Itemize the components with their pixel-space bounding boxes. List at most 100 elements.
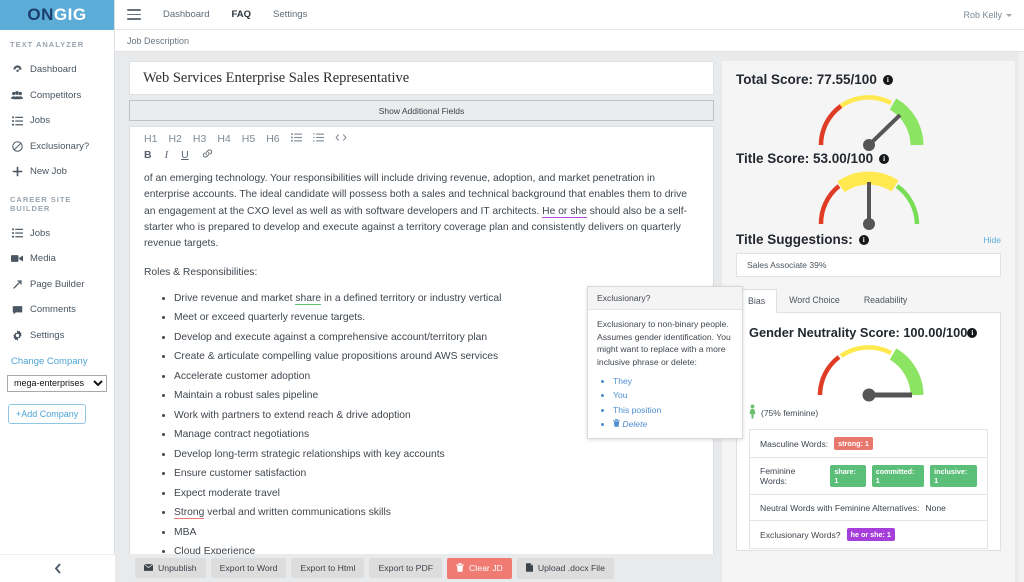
logo-gig-text: GIG: [53, 5, 87, 24]
list-item: Expect moderate travel: [174, 486, 699, 502]
user-menu[interactable]: Rob Kelly: [963, 0, 1012, 30]
h3-button[interactable]: H3: [193, 133, 206, 145]
sidebar-item-label: Page Builder: [30, 278, 85, 290]
sidebar-item-csb-jobs[interactable]: Jobs: [0, 221, 114, 247]
tab-settings[interactable]: Settings: [273, 9, 307, 20]
export-to-html-button[interactable]: Export to Html: [291, 558, 365, 578]
status-badge[interactable]: share: 1: [830, 465, 866, 487]
total-score-label: Total Score: 77.55/100: [736, 72, 877, 87]
hide-suggestions-link[interactable]: Hide: [984, 235, 1001, 245]
bulleted-list-icon[interactable]: [290, 133, 302, 145]
sidebar-item-page-builder[interactable]: Page Builder: [0, 272, 114, 298]
upload-docx-button[interactable]: Upload .docx File: [516, 557, 614, 579]
numbered-list-icon[interactable]: [312, 133, 324, 145]
list-icon: [11, 116, 23, 126]
list-icon: [11, 228, 23, 238]
code-icon[interactable]: [335, 133, 347, 145]
exclusionary-tooltip-popup: Exclusionary? Exclusionary to non-binary…: [587, 286, 743, 440]
popup-suggestion-you[interactable]: You: [613, 389, 733, 402]
title-suggestion-item[interactable]: Sales Associate 39%: [736, 253, 1001, 277]
exclusionary-flagged-phrase[interactable]: He or she: [542, 205, 587, 218]
intro-paragraph: of an emerging technology. Your responsi…: [144, 171, 699, 252]
trash-icon: [613, 418, 620, 431]
envelope-icon: [143, 563, 154, 573]
italic-button[interactable]: I: [165, 150, 169, 161]
sidebar-item-dashboard[interactable]: Dashboard: [0, 57, 114, 83]
tab-dashboard[interactable]: Dashboard: [163, 9, 209, 20]
table-row: Masculine Words: strong: 1: [750, 430, 987, 458]
job-title-input[interactable]: Web Services Enterprise Sales Representa…: [129, 61, 714, 95]
trash-icon: [456, 562, 465, 574]
feminine-indicator: (75% feminine): [749, 404, 988, 421]
masculine-flagged-word[interactable]: Strong: [174, 507, 205, 520]
h5-button[interactable]: H5: [242, 133, 255, 145]
popup-suggestion-this-position[interactable]: This position: [613, 404, 733, 417]
sidebar-item-jobs[interactable]: Jobs: [0, 108, 114, 134]
popup-description: Exclusionary to non-binary people. Assum…: [597, 319, 731, 367]
dashboard-icon: [11, 64, 23, 75]
sidebar-section-text-analyzer: TEXT ANALYZER: [10, 40, 85, 49]
popup-suggestion-list: They You This position Delete: [613, 375, 733, 430]
info-icon[interactable]: i: [879, 153, 890, 164]
status-badge[interactable]: committed: 1: [871, 465, 925, 487]
bias-panel: Gender Neutrality Score: 100.00/100 i (7…: [736, 312, 1001, 551]
popup-suggestion-they[interactable]: They: [613, 375, 733, 388]
sidebar-item-comments[interactable]: Comments: [0, 297, 114, 323]
title-score-gauge: [736, 166, 1001, 230]
tab-readability[interactable]: Readability: [852, 288, 920, 312]
h1-button[interactable]: H1: [144, 133, 157, 145]
show-additional-fields-button[interactable]: Show Additional Fields: [129, 100, 714, 121]
status-badge[interactable]: he or she: 1: [846, 528, 895, 541]
total-score-gauge: [736, 87, 1001, 151]
title-suggestions-heading: Title Suggestions: i: [736, 232, 869, 247]
bullet-post: verbal and written communications skills: [204, 507, 391, 519]
company-select[interactable]: mega-enterprises: [7, 374, 107, 392]
popup-delete-option[interactable]: Delete: [613, 418, 733, 431]
hamburger-menu-icon[interactable]: [127, 6, 141, 23]
female-figure-icon: [749, 404, 756, 421]
title-score-heading: Title Score: 53.00/100 i: [736, 151, 1001, 166]
editor-column: Web Services Enterprise Sales Representa…: [115, 52, 743, 582]
h2-button[interactable]: H2: [168, 133, 181, 145]
popup-delete-label: Delete: [622, 418, 648, 429]
feminine-flagged-word[interactable]: share: [295, 292, 322, 305]
info-icon[interactable]: i: [858, 234, 869, 245]
popup-title: Exclusionary?: [588, 287, 742, 310]
page-scrollbar[interactable]: [1019, 52, 1024, 582]
table-row: Feminine Words: share: 1 committed: 1 in…: [750, 458, 987, 495]
h4-button[interactable]: H4: [217, 133, 230, 145]
ban-icon: [11, 141, 23, 152]
file-icon: [525, 562, 533, 574]
add-company-button[interactable]: +Add Company: [8, 403, 87, 424]
sidebar-item-new-job[interactable]: New Job: [0, 159, 114, 185]
tab-word-choice[interactable]: Word Choice: [777, 288, 852, 312]
export-to-word-button[interactable]: Export to Word: [210, 558, 287, 578]
sidebar-item-label: Dashboard: [30, 64, 77, 76]
popup-body: Exclusionary to non-binary people. Assum…: [588, 310, 742, 438]
status-badge[interactable]: strong: 1: [834, 437, 873, 450]
info-icon[interactable]: i: [967, 327, 978, 338]
unpublish-button[interactable]: Unpublish: [135, 558, 206, 578]
sidebar-item-label: Jobs: [30, 227, 51, 239]
change-company-link[interactable]: Change Company: [0, 348, 114, 373]
sidebar-item-competitors[interactable]: Competitors: [0, 83, 114, 109]
bullet-pre: Drive revenue and market: [174, 292, 296, 304]
link-icon[interactable]: [202, 149, 213, 161]
tab-faq[interactable]: FAQ: [231, 9, 251, 20]
status-badge[interactable]: inclusive: 1: [930, 465, 977, 487]
bold-button[interactable]: B: [144, 149, 152, 161]
clear-jd-label: Clear JD: [469, 563, 503, 573]
info-icon[interactable]: i: [882, 74, 893, 85]
sidebar-collapse-button[interactable]: [0, 554, 115, 582]
sidebar-item-media[interactable]: Media: [0, 246, 114, 272]
sidebar-item-label: Media: [30, 253, 56, 265]
h6-button[interactable]: H6: [266, 133, 279, 145]
underline-button[interactable]: U: [181, 149, 189, 161]
word-analysis-table: Masculine Words: strong: 1 Feminine Word…: [749, 429, 988, 549]
clear-jd-button[interactable]: Clear JD: [447, 557, 512, 579]
ongig-logo[interactable]: ON GIG: [0, 0, 114, 30]
sidebar-item-settings[interactable]: Settings: [0, 323, 114, 349]
list-item: MBA: [174, 525, 699, 541]
sidebar-item-exclusionary[interactable]: Exclusionary?: [0, 134, 114, 160]
export-to-pdf-button[interactable]: Export to PDF: [369, 558, 443, 578]
